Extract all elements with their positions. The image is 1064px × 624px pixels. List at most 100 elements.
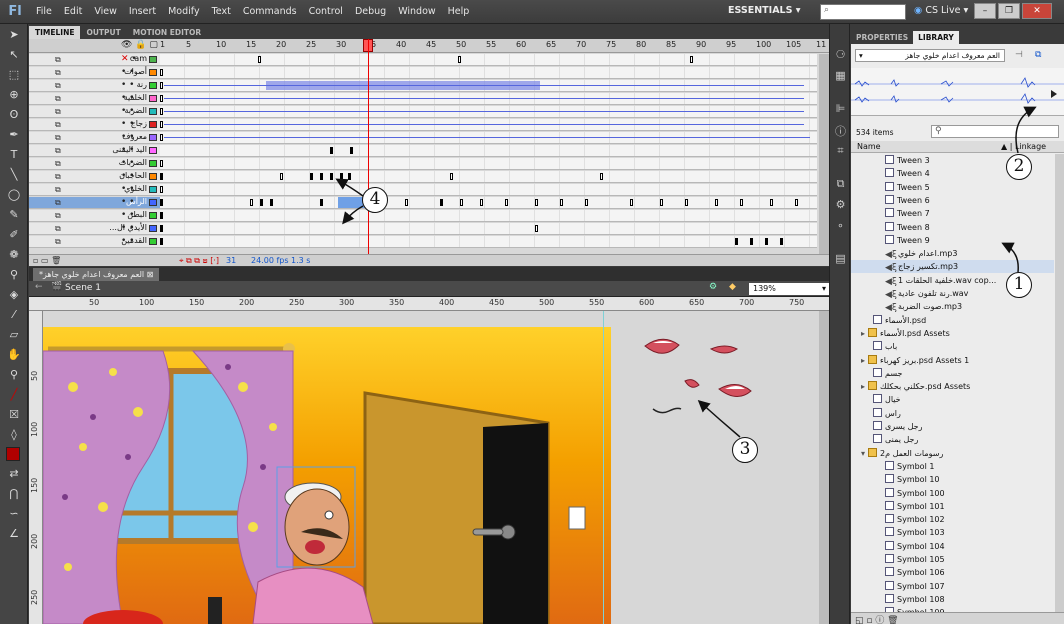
library-folder[interactable]: ▸ بريز كهرباء.psd Assets 1 (851, 354, 1054, 367)
layer-visibility-toggles[interactable]: • • (121, 210, 134, 220)
3d-rotation-tool-icon[interactable]: ⊕ (3, 85, 25, 104)
motion-presets-icon[interactable]: ∘ (833, 219, 848, 234)
layer-visibility-toggles[interactable]: • • (121, 106, 134, 116)
timeline-layer-row[interactable]: ⧉ القدمين • • (29, 236, 817, 248)
layer-frames[interactable] (160, 106, 817, 117)
components-panel-icon[interactable]: ⚙ (833, 198, 848, 213)
fill-color-swatch[interactable] (6, 447, 20, 461)
keyframe[interactable] (258, 56, 261, 63)
transform-panel-icon[interactable]: ⌗ (833, 144, 848, 159)
menu-commands[interactable]: Commands (237, 6, 303, 17)
help-search-input[interactable] (820, 4, 906, 20)
name-column-header[interactable]: Name (857, 142, 881, 151)
text-tool-icon[interactable]: T (3, 145, 25, 164)
keyframe[interactable] (160, 82, 163, 89)
keyframe[interactable] (458, 56, 461, 63)
keyframe[interactable] (348, 173, 351, 180)
straighten-icon[interactable]: ∠ (3, 524, 25, 543)
layer-name[interactable]: رنة (137, 80, 147, 89)
library-folder[interactable]: ▸ حكلني بحكلك.psd Assets (851, 380, 1054, 393)
library-document-select[interactable]: العم معروف اعدام خلوي جاهز ▾ (855, 49, 1005, 62)
menu-window[interactable]: Window (392, 6, 441, 17)
keyframe[interactable] (160, 199, 163, 206)
library-item[interactable]: خيال (851, 393, 1054, 406)
new-library-panel-icon[interactable]: ⧉ (1035, 50, 1041, 60)
keyframe[interactable] (600, 173, 603, 180)
stage-canvas[interactable] (43, 327, 611, 624)
layer-outline-color[interactable] (149, 69, 157, 76)
stroke-color-icon[interactable]: ╱ (3, 385, 25, 404)
layer-outline-color[interactable] (149, 108, 157, 115)
lasso-tool-icon[interactable]: ʘ (3, 105, 25, 124)
keyframe[interactable] (270, 199, 273, 206)
menu-edit[interactable]: Edit (58, 6, 88, 17)
timeline-scrollbar[interactable] (819, 54, 829, 254)
timeline-layer-row[interactable]: ⧉ زجاج • • (29, 119, 817, 131)
restore-button[interactable]: ❐ (998, 3, 1020, 19)
layer-visibility-toggles[interactable]: • • (121, 184, 134, 194)
keyframe[interactable] (320, 199, 323, 206)
keyframe[interactable] (765, 238, 768, 245)
keyframe[interactable] (535, 199, 538, 206)
library-item[interactable]: Symbol 100 (851, 487, 1054, 500)
keyframe[interactable] (770, 199, 773, 206)
close-button[interactable]: ✕ (1022, 3, 1052, 19)
library-folder[interactable]: ▾ رسومات العمل م2 (851, 447, 1054, 460)
library-item[interactable]: رجل يسرى (851, 420, 1054, 433)
keyframe[interactable] (280, 173, 283, 180)
menu-view[interactable]: View (88, 6, 123, 17)
deco-tool-icon[interactable]: ❁ (3, 245, 25, 264)
library-item[interactable]: Symbol 104 (851, 540, 1054, 553)
selection-tool-icon[interactable]: ➤ (3, 25, 25, 44)
library-item[interactable]: Symbol 108 (851, 593, 1054, 606)
frame-rate[interactable]: 24.00 fps (251, 256, 289, 265)
eyedropper-tool-icon[interactable]: ⁄ (3, 305, 25, 324)
library-footer-icons[interactable]: ◱ ▫ ⓘ 🗑 (855, 613, 899, 624)
keyframe[interactable] (750, 238, 753, 245)
layer-visibility-toggles[interactable]: • • (121, 80, 134, 90)
layer-visibility-toggles[interactable]: • • (121, 171, 134, 181)
new-layer-icon[interactable]: ▫ ▭ 🗑 (33, 256, 61, 265)
keyframe[interactable] (350, 147, 353, 154)
library-item[interactable]: جسم (851, 367, 1054, 380)
line-tool-icon[interactable]: ╲ (3, 165, 25, 184)
library-item[interactable]: باب (851, 340, 1054, 353)
layer-outline-color[interactable] (149, 212, 157, 219)
keyframe[interactable] (780, 238, 783, 245)
menu-insert[interactable]: Insert (123, 6, 162, 17)
menu-text[interactable]: Text (206, 6, 237, 17)
info-panel-icon[interactable]: ⓘ (833, 123, 848, 138)
keyframe[interactable] (450, 173, 453, 180)
keyframe[interactable] (405, 199, 408, 206)
layer-visibility-toggles[interactable]: • • (121, 119, 134, 129)
free-transform-tool-icon[interactable]: ⬚ (3, 65, 25, 84)
expand-arrow-icon[interactable]: ▾ (861, 449, 865, 458)
layer-outline-color[interactable] (149, 134, 157, 141)
library-search-input[interactable]: ⚲ (931, 125, 1059, 138)
swap-colors-icon[interactable]: ⇄ (3, 464, 25, 483)
hand-tool-icon[interactable]: ✋ (3, 345, 25, 364)
tab-output[interactable]: OUTPUT (80, 26, 126, 39)
color-panel-icon[interactable]: ▦ (833, 69, 848, 84)
library-folder[interactable]: ▸ الأسماء.psd Assets (851, 327, 1054, 340)
swatches-panel-icon[interactable]: ⚆ (833, 48, 848, 63)
layer-outline-color[interactable] (149, 199, 157, 206)
library-item[interactable]: Symbol 10 (851, 473, 1054, 486)
timeline-layer-row[interactable]: ⧉ أصوات • • (29, 67, 817, 79)
stage-vertical-scrollbar[interactable] (819, 311, 829, 624)
layer-visibility-toggles[interactable]: • • (121, 93, 134, 103)
layer-outline-color[interactable] (149, 186, 157, 193)
library-item[interactable]: ◀ξتكسير زجاج.mp3 (851, 260, 1054, 274)
workspace-switcher[interactable]: ESSENTIALS ▾ (728, 5, 801, 16)
layer-outline-color[interactable] (149, 147, 157, 154)
paint-bucket-tool-icon[interactable]: ◈ (3, 285, 25, 304)
history-panel-icon[interactable]: ▤ (833, 252, 848, 267)
smooth-icon[interactable]: ∽ (3, 504, 25, 523)
layer-frames[interactable] (160, 158, 817, 169)
timeline-layer-row[interactable]: ⧉ الحاجبان • • (29, 171, 817, 183)
library-item[interactable]: الأسماء.psd (851, 314, 1054, 327)
edit-scene-icon[interactable]: ⚙ (709, 282, 717, 292)
layer-outline-color[interactable] (149, 82, 157, 89)
timeline-layer-row[interactable]: ⧉ الضربة • • (29, 106, 817, 118)
layer-frames[interactable] (160, 54, 817, 65)
